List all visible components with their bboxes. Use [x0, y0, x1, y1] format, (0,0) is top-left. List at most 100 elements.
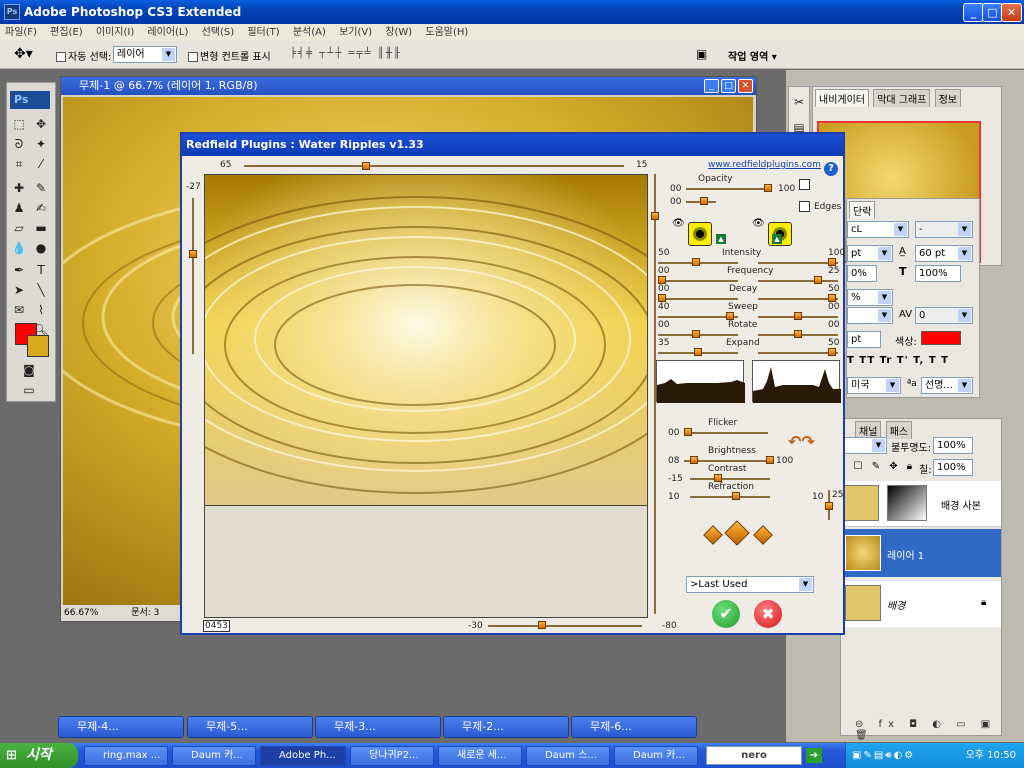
plugin-website-link[interactable]: www.redfieldplugins.com	[708, 160, 821, 170]
quick-mask-icon[interactable]: ◙	[20, 361, 38, 379]
opacity-knob[interactable]	[764, 184, 772, 192]
minimized-doc-6[interactable]: 무제-6...	[571, 716, 697, 738]
menu-help[interactable]: 도움말(H)	[425, 27, 468, 38]
leading-field[interactable]: 60 pt ▼	[915, 245, 973, 262]
workspace-menu[interactable]: 작업 영역 ▾	[728, 48, 777, 63]
magic-wand-icon[interactable]: ✦	[32, 135, 50, 153]
light-right-arrow-icon[interactable]: ▲	[772, 234, 782, 244]
frequency-knob-left[interactable]	[658, 276, 666, 284]
preset-select[interactable]: >Last Used ▼	[686, 576, 814, 593]
decay-track-left[interactable]	[658, 298, 738, 300]
healing-icon[interactable]: ✚	[10, 179, 28, 197]
layer-name[interactable]: 배경	[887, 597, 905, 612]
brightness-knob-max[interactable]	[766, 456, 774, 464]
opacity2-knob[interactable]	[700, 197, 708, 205]
menu-layer[interactable]: 레이어(L)	[147, 27, 188, 38]
refraction-track[interactable]	[690, 496, 770, 498]
font-size-field[interactable]: pt ▼	[847, 245, 893, 262]
cancel-button[interactable]: ✖	[754, 600, 782, 628]
menu-select[interactable]: 선택(S)	[202, 27, 235, 38]
expand-knob-right[interactable]	[828, 348, 836, 356]
ok-button[interactable]: ✔	[712, 600, 740, 628]
layer-row-background[interactable]: 배경 🔒︎	[841, 581, 1001, 627]
side-slider-knob[interactable]	[825, 502, 833, 510]
brightness-knob[interactable]	[690, 456, 698, 464]
doc-minimize-button[interactable]: _	[704, 79, 719, 93]
left-slider-track[interactable]	[192, 198, 194, 354]
eraser-icon[interactable]: ▱	[10, 219, 28, 237]
tab-navigator[interactable]: 내비게이터	[815, 89, 869, 107]
menu-edit[interactable]: 편집(E)	[50, 27, 83, 38]
light-source-left[interactable]	[688, 222, 712, 246]
expand-knob-left[interactable]	[694, 348, 702, 356]
background-color-swatch[interactable]	[27, 335, 49, 357]
maximize-button[interactable]: □	[982, 3, 1003, 22]
top-slider-track[interactable]	[244, 165, 624, 167]
history-brush-icon[interactable]: ✍	[32, 199, 50, 217]
frequency-track-right[interactable]	[758, 280, 838, 282]
baseline-field[interactable]: pt	[847, 331, 881, 348]
path-select-icon[interactable]: ➤	[10, 281, 28, 299]
sweep-knob-left[interactable]	[726, 312, 734, 320]
menu-analysis[interactable]: 분석(A)	[293, 27, 326, 38]
type-style-buttons[interactable]: T TT Tr T' T, T T	[847, 355, 949, 366]
workspace-icon[interactable]: ▣	[696, 47, 707, 61]
frequency-knob-right[interactable]	[814, 276, 822, 284]
pen-icon[interactable]: ✒	[10, 261, 28, 279]
ripple-preview[interactable]	[204, 174, 648, 506]
eyedropper-icon[interactable]: ⌇	[32, 301, 50, 319]
lasso-icon[interactable]: ᘐ	[10, 135, 28, 153]
bottom-slider-track[interactable]	[488, 625, 642, 627]
minimized-doc-4[interactable]: 무제-4...	[58, 716, 184, 738]
type-icon[interactable]: T	[32, 261, 50, 279]
stamp-icon[interactable]: ♟	[10, 199, 28, 217]
move-tool-icon[interactable]: ✥▾	[14, 46, 33, 62]
flicker-knob[interactable]	[684, 428, 692, 436]
expand-track-right[interactable]	[758, 352, 838, 354]
taskbar-item-new-session[interactable]: 새로운 세...	[438, 746, 522, 766]
decay-knob-right[interactable]	[828, 294, 836, 302]
intensity-track-right[interactable]	[758, 262, 838, 264]
lock-icons[interactable]: : ☐ ✎ ✥ 🔒︎	[841, 461, 915, 472]
doc-maximize-button[interactable]: □	[721, 79, 736, 93]
light-left-arrow-icon[interactable]: ▲	[716, 234, 726, 244]
align-icons[interactable]: ╞╡╪ ┬┴┼ ═╤╧ ║╫╟	[290, 48, 402, 59]
sweep-knob-right[interactable]	[794, 312, 802, 320]
notes-icon[interactable]: ✉	[10, 301, 28, 319]
bottom-slider-knob[interactable]	[538, 621, 546, 629]
menu-file[interactable]: 파일(F)	[5, 27, 37, 38]
dodge-icon[interactable]: ●	[32, 239, 50, 257]
menu-filter[interactable]: 필터(T)	[247, 27, 279, 38]
blend-mode-select[interactable]: ▼	[841, 437, 887, 454]
frequency-track-left[interactable]	[658, 280, 738, 282]
auto-select-checkbox[interactable]: 자동 선택:	[56, 48, 111, 63]
minimize-button[interactable]: _	[963, 3, 984, 22]
tracking-field[interactable]: 0 ▼	[915, 307, 973, 324]
search-go-icon[interactable]: ➔	[806, 748, 822, 763]
tab-paths[interactable]: 패스	[885, 421, 912, 439]
language-select[interactable]: 미국 ▼	[847, 377, 901, 394]
edges-checkbox[interactable]	[799, 201, 810, 212]
menu-view[interactable]: 보기(V)	[339, 27, 372, 38]
taskbar-item-daum-cafe-2[interactable]: Daum 카...	[614, 746, 698, 766]
eye-icon-right[interactable]: 👁︎	[752, 218, 765, 229]
intensity-knob-left[interactable]	[692, 258, 700, 266]
decay-knob-left[interactable]	[658, 294, 666, 302]
layer-name[interactable]: 배경 사본	[941, 497, 981, 512]
decay-track-right[interactable]	[758, 298, 838, 300]
minimized-doc-2[interactable]: 무제-2...	[443, 716, 569, 738]
taskbar-item-donkey[interactable]: 당나귀P2...	[350, 746, 434, 766]
rotate-knob-right[interactable]	[794, 330, 802, 338]
minimized-doc-3[interactable]: 무제-3...	[315, 716, 441, 738]
menu-window[interactable]: 창(W)	[385, 27, 412, 38]
move-icon[interactable]: ✥	[32, 115, 50, 133]
doc-close-button[interactable]: ✕	[738, 79, 753, 93]
font-family-select[interactable]: cL ▼	[847, 221, 909, 238]
fill-field[interactable]: 100%	[933, 459, 973, 476]
antialias-select[interactable]: 선명... ▼	[921, 377, 973, 394]
layer-name[interactable]: 레이어 1	[887, 547, 924, 562]
tab-info[interactable]: 정보	[934, 89, 961, 107]
layer-row-background-copy[interactable]: 배경 사본	[841, 481, 1001, 527]
font-style-select[interactable]: - ▼	[915, 221, 973, 238]
layer-row-layer1[interactable]: 레이어 1	[841, 529, 1001, 577]
